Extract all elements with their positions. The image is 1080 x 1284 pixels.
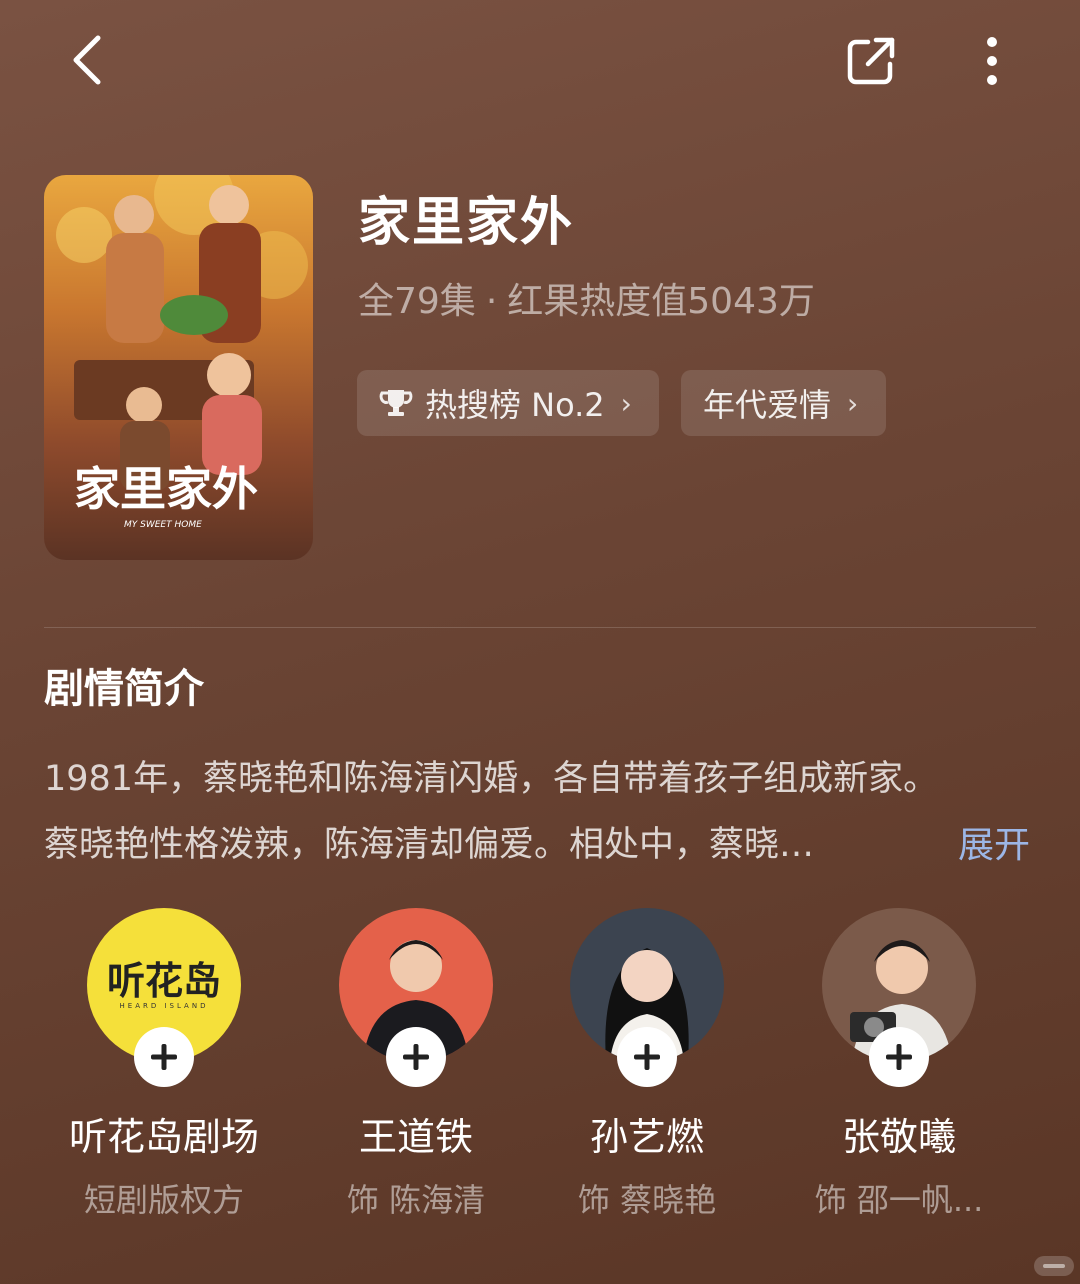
studio-logo-subtext: HEARD ISLAND	[120, 1002, 209, 1010]
plus-icon	[403, 1044, 429, 1070]
show-poster[interactable]: 家里家外 MY SWEET HOME	[44, 175, 313, 560]
chevron-left-icon	[73, 35, 101, 85]
synopsis-line-2: 蔡晓艳性格泼辣，陈海清却偏爱。相处中，蔡晓…	[44, 825, 815, 865]
ranking-tag-label: 热搜榜 No.2	[425, 386, 605, 424]
show-title: 家里家外	[358, 193, 575, 253]
divider	[44, 627, 1036, 628]
plus-icon	[886, 1044, 912, 1070]
plus-icon	[151, 1044, 177, 1070]
watermark-mark	[1043, 1264, 1065, 1268]
cast-name: 王道铁	[358, 1115, 473, 1159]
follow-button[interactable]	[617, 1027, 677, 1087]
cast-role: 短剧版权方	[83, 1181, 244, 1219]
top-bar	[0, 0, 1080, 120]
follow-button[interactable]	[869, 1027, 929, 1087]
more-button[interactable]	[962, 28, 1022, 94]
follow-button[interactable]	[134, 1027, 194, 1087]
cast-item[interactable]: 听花岛 HEARD ISLAND 听花岛剧场 短剧版权方	[44, 908, 284, 1221]
synopsis-line-1: 1981年，蔡晓艳和陈海清闪婚，各自带着孩子组成新家。	[44, 759, 939, 799]
back-button[interactable]	[58, 28, 118, 92]
episode-count: 全79集	[358, 281, 476, 322]
cast-name: 孙艺燃	[589, 1115, 704, 1159]
trophy-icon	[379, 388, 413, 418]
plus-icon	[634, 1044, 660, 1070]
cast-item[interactable]: 王道铁 饰 陈海清	[296, 908, 536, 1221]
genre-tag-label: 年代爱情	[703, 386, 832, 424]
chevron-right-icon: ›	[620, 386, 632, 420]
more-vertical-icon	[987, 37, 997, 85]
share-button[interactable]	[838, 28, 904, 94]
cast-name: 张敬曦	[841, 1115, 956, 1159]
cast-item[interactable]: 张敬曦 饰 邵一帆...	[779, 908, 1019, 1221]
poster-subtitle-text: MY SWEET HOME	[124, 520, 202, 530]
expand-link[interactable]: 展开	[958, 816, 1030, 868]
meta-separator: ·	[485, 281, 498, 322]
heat-value: 红果热度值5043万	[507, 281, 815, 322]
cast-role: 饰 邵一帆...	[814, 1181, 984, 1219]
share-icon	[847, 37, 895, 85]
poster-art: 家里家外 MY SWEET HOME	[56, 175, 308, 530]
synopsis-heading: 剧情简介	[44, 666, 204, 712]
poster-title-text: 家里家外	[74, 462, 258, 516]
genre-tag[interactable]: 年代爱情 ›	[681, 370, 886, 436]
watermark	[1034, 1256, 1074, 1276]
cast-item[interactable]: 孙艺燃 饰 蔡晓艳	[527, 908, 767, 1221]
follow-button[interactable]	[386, 1027, 446, 1087]
cast-role: 饰 蔡晓艳	[577, 1181, 717, 1219]
show-meta: 全79集 · 红果热度值5043万	[358, 272, 815, 324]
ranking-tag[interactable]: 热搜榜 No.2 ›	[357, 370, 659, 436]
studio-logo-text: 听花岛	[107, 959, 221, 1003]
cast-role: 饰 陈海清	[346, 1181, 486, 1219]
cast-name: 听花岛剧场	[68, 1115, 259, 1159]
chevron-right-icon: ›	[847, 386, 859, 420]
